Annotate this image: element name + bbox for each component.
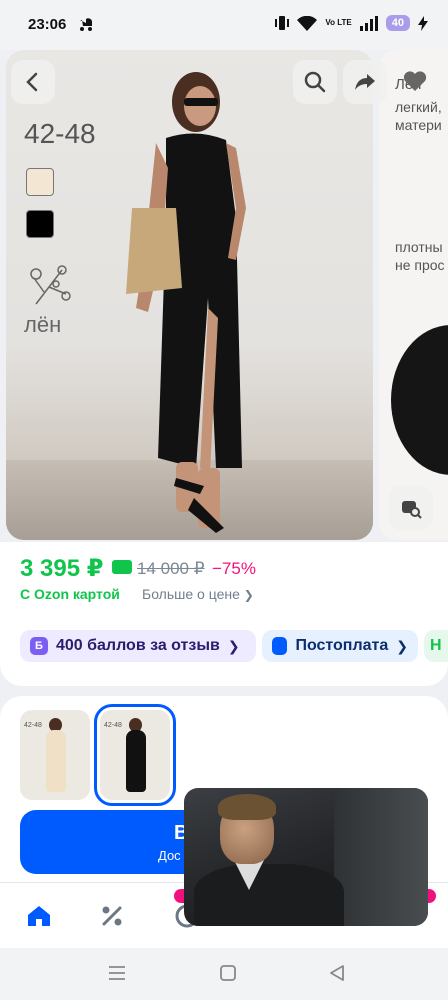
search-icon bbox=[304, 71, 326, 93]
chevron-right-icon: ❯ bbox=[243, 588, 254, 602]
variant-size-text: 42-48 bbox=[104, 722, 122, 729]
back-system-button[interactable] bbox=[328, 964, 346, 982]
vibrate-icon bbox=[275, 16, 290, 30]
visual-search-button[interactable] bbox=[389, 486, 433, 530]
variant-size-text: 42-48 bbox=[24, 722, 42, 729]
status-bar: 23:06 Vo LTE 40 bbox=[0, 0, 448, 50]
chip-label: 400 баллов за отзыв bbox=[56, 637, 220, 654]
nav-promo[interactable] bbox=[97, 901, 127, 931]
product-photo[interactable]: 42-48 лён bbox=[6, 50, 373, 540]
next-photo-text: плотны bbox=[395, 239, 443, 255]
ozon-card-icon bbox=[112, 560, 132, 574]
next-photo-text: легкий, bbox=[395, 99, 442, 115]
postpay-icon bbox=[272, 637, 288, 655]
system-nav-bar bbox=[0, 948, 448, 1000]
network-indicator: Vo LTE bbox=[325, 18, 352, 27]
chevron-right-icon: ❯ bbox=[396, 637, 408, 654]
price-card: 3 395 ₽ 14 000 ₽ −75% С Ozon картой Боль… bbox=[0, 542, 448, 686]
share-icon bbox=[355, 74, 375, 90]
fabric-closeup bbox=[391, 325, 448, 475]
variant-thumb-dress bbox=[46, 730, 66, 792]
product-gallery[interactable]: 42-48 лён Лён легкий, матери плотны не п… bbox=[0, 50, 448, 542]
charging-icon bbox=[418, 15, 428, 31]
home-system-button[interactable] bbox=[219, 964, 237, 982]
home-icon bbox=[28, 906, 50, 926]
more-price-label: Больше о цене bbox=[142, 586, 240, 602]
flax-icon bbox=[30, 265, 71, 305]
next-photo-text: не прос bbox=[395, 257, 445, 273]
swatch-beige bbox=[26, 168, 54, 196]
variant-black[interactable]: 42-48 bbox=[94, 704, 176, 806]
search-button[interactable] bbox=[293, 60, 337, 104]
image-search-icon bbox=[402, 501, 422, 519]
more-price-link[interactable]: Больше о цене ❯ bbox=[142, 586, 254, 602]
next-product-photo[interactable]: Лён легкий, матери плотны не прос bbox=[379, 50, 448, 540]
back-button[interactable] bbox=[11, 60, 55, 104]
menu-icon bbox=[109, 966, 125, 980]
recents-button[interactable] bbox=[108, 964, 126, 982]
share-button[interactable] bbox=[343, 60, 387, 104]
status-time: 23:06 bbox=[28, 16, 67, 33]
battery-badge: 40 bbox=[385, 15, 410, 31]
favorite-icon[interactable] bbox=[403, 70, 427, 92]
variant-beige[interactable]: 42-48 bbox=[20, 710, 90, 800]
pip-person-hair bbox=[218, 794, 276, 820]
swatch-black bbox=[26, 210, 54, 238]
price-current: 3 395 ₽ bbox=[20, 555, 104, 582]
material-label: лён bbox=[24, 312, 62, 337]
ozon-card-label[interactable]: С Ozon картой bbox=[20, 586, 120, 602]
buy-button-sublabel: Дос bbox=[158, 848, 181, 863]
stroller-icon bbox=[80, 18, 92, 31]
variant-thumb-dress bbox=[126, 730, 146, 792]
chevron-right-icon: ❯ bbox=[227, 637, 240, 654]
chip-postpay[interactable]: Постоплата ❯ bbox=[262, 630, 418, 662]
price-old: 14 000 ₽ bbox=[137, 559, 205, 578]
price-discount: −75% bbox=[212, 559, 256, 578]
wifi-icon bbox=[297, 15, 318, 31]
square-icon bbox=[220, 965, 236, 981]
chip-label: Постоплата bbox=[295, 637, 389, 654]
model-illustration bbox=[126, 72, 246, 533]
next-photo-text: матери bbox=[395, 117, 442, 133]
percent-icon bbox=[102, 906, 122, 926]
chip-points[interactable]: Б 400 баллов за отзыв ❯ bbox=[20, 630, 256, 662]
pip-person-body bbox=[194, 864, 344, 926]
points-icon: Б bbox=[30, 637, 48, 655]
video-pip[interactable] bbox=[184, 788, 428, 926]
chip-more[interactable]: Н bbox=[424, 630, 448, 662]
chevron-left-icon bbox=[26, 72, 38, 92]
chip-label: Н bbox=[430, 637, 442, 654]
signal-icon bbox=[359, 15, 378, 31]
triangle-back-icon bbox=[330, 965, 344, 981]
size-range-label: 42-48 bbox=[24, 118, 96, 149]
pip-background bbox=[334, 788, 428, 926]
nav-home[interactable] bbox=[24, 901, 54, 931]
